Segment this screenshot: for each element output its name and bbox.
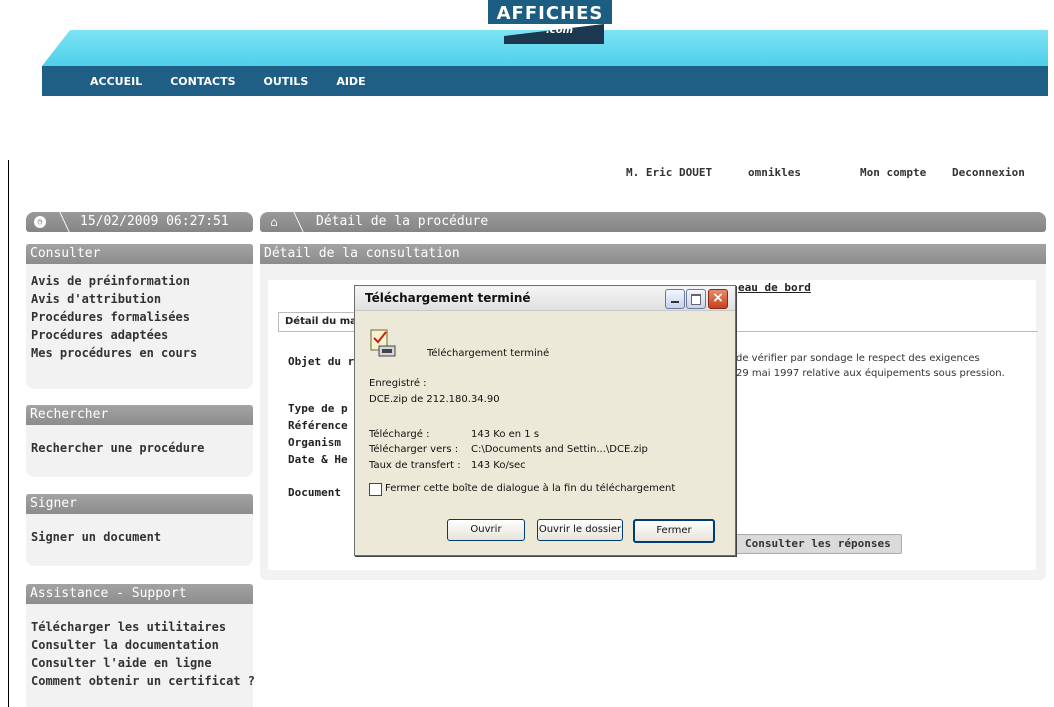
sidebar-item-rechercher-procedure[interactable]: Rechercher une procédure	[31, 439, 248, 457]
dialog-titlebar[interactable]: Téléchargement terminé ×	[355, 286, 735, 311]
label-organisme: Organism	[288, 436, 341, 449]
sidebar-item-procedures-formalisees[interactable]: Procédures formalisées	[31, 308, 248, 326]
minimize-icon[interactable]	[665, 289, 685, 309]
sidebar-item-consulter-documentation[interactable]: Consulter la documentation	[31, 636, 248, 654]
description-line-1: de vérifier par sondage le respect des e…	[736, 353, 980, 364]
sidebar-item-aide-en-ligne[interactable]: Consulter l'aide en ligne	[31, 654, 248, 672]
close-button[interactable]: Fermer	[633, 519, 715, 543]
downloaded-value: 143 Ko en 1 s	[471, 429, 540, 440]
downloaded-label: Téléchargé :	[369, 429, 430, 440]
label-objet: Objet du r	[288, 355, 355, 368]
nav-accueil[interactable]: ACCUEIL	[90, 75, 142, 88]
open-folder-button[interactable]: Ouvrir le dossier	[537, 519, 623, 541]
sidebar-signer: Signer Signer un document	[26, 494, 253, 566]
sidebar-consulter: Consulter Avis de préinformation Avis d'…	[26, 244, 253, 389]
sidebar-signer-title: Signer	[26, 494, 253, 514]
label-date: Date & He	[288, 453, 348, 466]
sidebar-rechercher-title: Rechercher	[26, 405, 253, 425]
sidebar-item-signer-document[interactable]: Signer un document	[31, 528, 248, 546]
logout-link[interactable]: Deconnexion	[952, 166, 1025, 179]
user-bar: M. Eric DOUET omnikles Mon compte Deconn…	[600, 166, 1040, 182]
download-complete-icon	[370, 329, 396, 357]
description-line-2: 29 mai 1997 relative aux équipements sou…	[736, 368, 1005, 379]
sidebar-consulter-title: Consulter	[26, 244, 253, 264]
sidebar-item-mes-procedures[interactable]: Mes procédures en cours	[31, 344, 248, 362]
sidebar-rechercher: Rechercher Rechercher une procédure	[26, 405, 253, 477]
nav-outils[interactable]: OUTILS	[264, 75, 309, 88]
site-logo[interactable]: AFFICHES .com	[488, 0, 612, 44]
home-icon[interactable]: ⌂	[268, 216, 280, 228]
nav-aide[interactable]: AIDE	[336, 75, 365, 88]
dialog-title: Téléchargement terminé	[365, 291, 531, 305]
download-to-value: C:\Documents and Settin...\DCE.zip	[471, 444, 648, 455]
close-on-finish-checkbox[interactable]	[369, 483, 382, 496]
consult-responses-button[interactable]: Consulter les réponses	[734, 534, 902, 554]
sidebar-assistance: Assistance - Support Télécharger les uti…	[26, 584, 255, 707]
label-type: Type de p	[288, 402, 348, 415]
user-org: omnikles	[748, 166, 801, 179]
consultation-title: Détail de la consultation	[260, 244, 1046, 264]
clock-icon: ◷	[34, 216, 46, 228]
sidebar-item-procedures-adaptees[interactable]: Procédures adaptées	[31, 326, 248, 344]
label-reference: Référence	[288, 419, 348, 432]
saved-label: Enregistré :	[369, 378, 427, 389]
label-document: Document	[288, 486, 341, 499]
download-complete-dialog: Téléchargement terminé × Téléchargement …	[354, 285, 736, 556]
user-name: M. Eric DOUET	[626, 166, 713, 179]
logo-suffix: .com	[546, 25, 574, 36]
account-link[interactable]: Mon compte	[860, 166, 926, 179]
sidebar-assistance-title: Assistance - Support	[26, 584, 253, 604]
main-nav: ACCUEIL CONTACTS OUTILS AIDE	[42, 66, 1048, 96]
close-on-finish-label[interactable]: Fermer cette boîte de dialogue à la fin …	[385, 483, 675, 494]
rate-value: 143 Ko/sec	[471, 460, 526, 471]
sidebar-item-telecharger-utilitaires[interactable]: Télécharger les utilitaires	[31, 618, 248, 636]
current-datetime: 15/02/2009 06:27:51	[80, 214, 229, 229]
datetime-bar: ◷ 15/02/2009 06:27:51	[26, 212, 253, 232]
tab-detail-marche[interactable]: Détail du ma	[278, 312, 364, 331]
saved-value: DCE.zip de 212.180.34.90	[369, 394, 500, 405]
dialog-heading: Téléchargement terminé	[427, 348, 550, 359]
sidebar-item-avis-preinformation[interactable]: Avis de préinformation	[31, 272, 248, 290]
sidebar-item-avis-attribution[interactable]: Avis d'attribution	[31, 290, 248, 308]
breadcrumb-current: Détail de la procédure	[316, 214, 489, 229]
close-icon[interactable]: ×	[708, 289, 728, 309]
breadcrumb: ⌂ Détail de la procédure	[260, 212, 1046, 232]
maximize-icon[interactable]	[686, 289, 706, 309]
chevron-separator-icon	[49, 212, 70, 232]
chevron-separator-icon	[283, 212, 304, 232]
logo-text: AFFICHES	[488, 0, 612, 24]
open-button[interactable]: Ouvrir	[447, 519, 525, 541]
download-to-label: Télécharger vers :	[369, 444, 459, 455]
nav-contacts[interactable]: CONTACTS	[170, 75, 235, 88]
sidebar-item-obtenir-certificat[interactable]: Comment obtenir un certificat ?	[31, 672, 255, 690]
dashboard-link[interactable]: eau de bord	[738, 281, 811, 294]
left-border-line	[8, 160, 9, 707]
rate-label: Taux de transfert :	[369, 460, 461, 471]
